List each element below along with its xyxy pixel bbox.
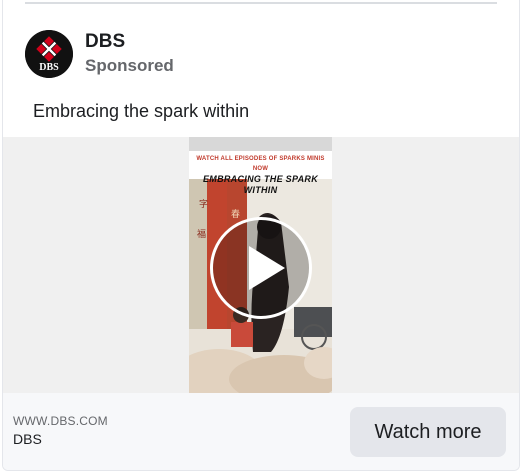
dbs-logo-avatar[interactable]: DBS — [25, 30, 73, 78]
page-name[interactable]: DBS — [85, 31, 174, 53]
link-title: DBS — [13, 431, 42, 447]
link-footer[interactable]: WWW.DBS.COM DBS Watch more — [3, 393, 519, 470]
svg-text:福: 福 — [197, 228, 206, 240]
video-thumbnail[interactable]: 字 福 春 WATCH ALL EPISODES OF SPARKS MINIS… — [189, 137, 332, 393]
post-caption: Embracing the spark within — [33, 101, 250, 121]
top-divider — [25, 2, 497, 4]
video-banner-subtitle: WATCH ALL EPISODES OF SPARKS MINIS NOW — [196, 156, 325, 172]
video-banner-title: EMBRACING THE SPARK WITHIN — [202, 174, 319, 195]
svg-text:春: 春 — [231, 208, 240, 220]
dbs-logo-icon: DBS — [25, 30, 73, 78]
sponsored-label: Sponsored — [85, 56, 174, 75]
svg-text:DBS: DBS — [39, 62, 59, 73]
sponsored-post-card: DBS DBS Sponsored Embracing the spark wi… — [2, 0, 520, 471]
play-icon — [249, 246, 285, 290]
media-area: 字 福 春 WATCH ALL EPISODES OF SPARKS MINIS… — [3, 137, 519, 393]
video-banner: WATCH ALL EPISODES OF SPARKS MINIS NOW E… — [189, 151, 332, 195]
link-domain: WWW.DBS.COM — [13, 414, 108, 428]
watch-more-button[interactable]: Watch more — [350, 407, 506, 457]
svg-text:字: 字 — [199, 198, 208, 210]
post-header: DBS DBS Sponsored — [25, 30, 174, 78]
play-button[interactable] — [210, 217, 312, 319]
